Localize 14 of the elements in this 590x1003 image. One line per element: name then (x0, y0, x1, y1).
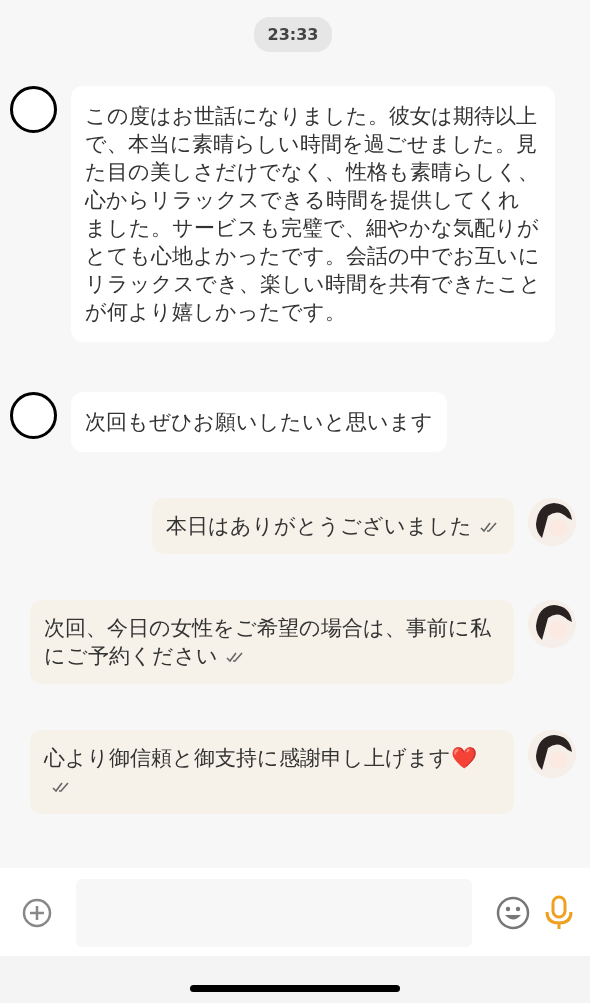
message-bubble: この度はお世話になりました。彼女は期待以上で、本当に素晴らしい時間を過ごせました。見た目の美しさだけでなく、性格も素晴らしく、心からリラックスできる時間を提供してくれました。サービスも完璧で、細やかな気配りがとても心地よかったです。会話の中でお互いにリラックスでき、楽しい時間を共有できたことが何より嬉しかったです。 (71, 86, 555, 342)
emoji-icon[interactable] (496, 896, 530, 930)
avatar (10, 86, 57, 133)
avatar (528, 730, 576, 778)
message-bubble: 本日はありがとうございました (152, 498, 514, 554)
timestamp: 23:33 (253, 17, 333, 52)
avatar (10, 392, 57, 439)
message-bubble: 次回、今日の女性をご希望の場合は、事前に私にご予約ください (30, 600, 514, 684)
add-icon[interactable] (22, 898, 52, 928)
avatar (528, 600, 576, 648)
message-bubble: 心より御信頼と御支持に感謝申し上げます❤ (30, 730, 514, 814)
avatar (528, 498, 576, 546)
microphone-icon[interactable] (544, 895, 574, 931)
message-bubble: 次回もぜひお願いしたいと思います (71, 392, 447, 452)
